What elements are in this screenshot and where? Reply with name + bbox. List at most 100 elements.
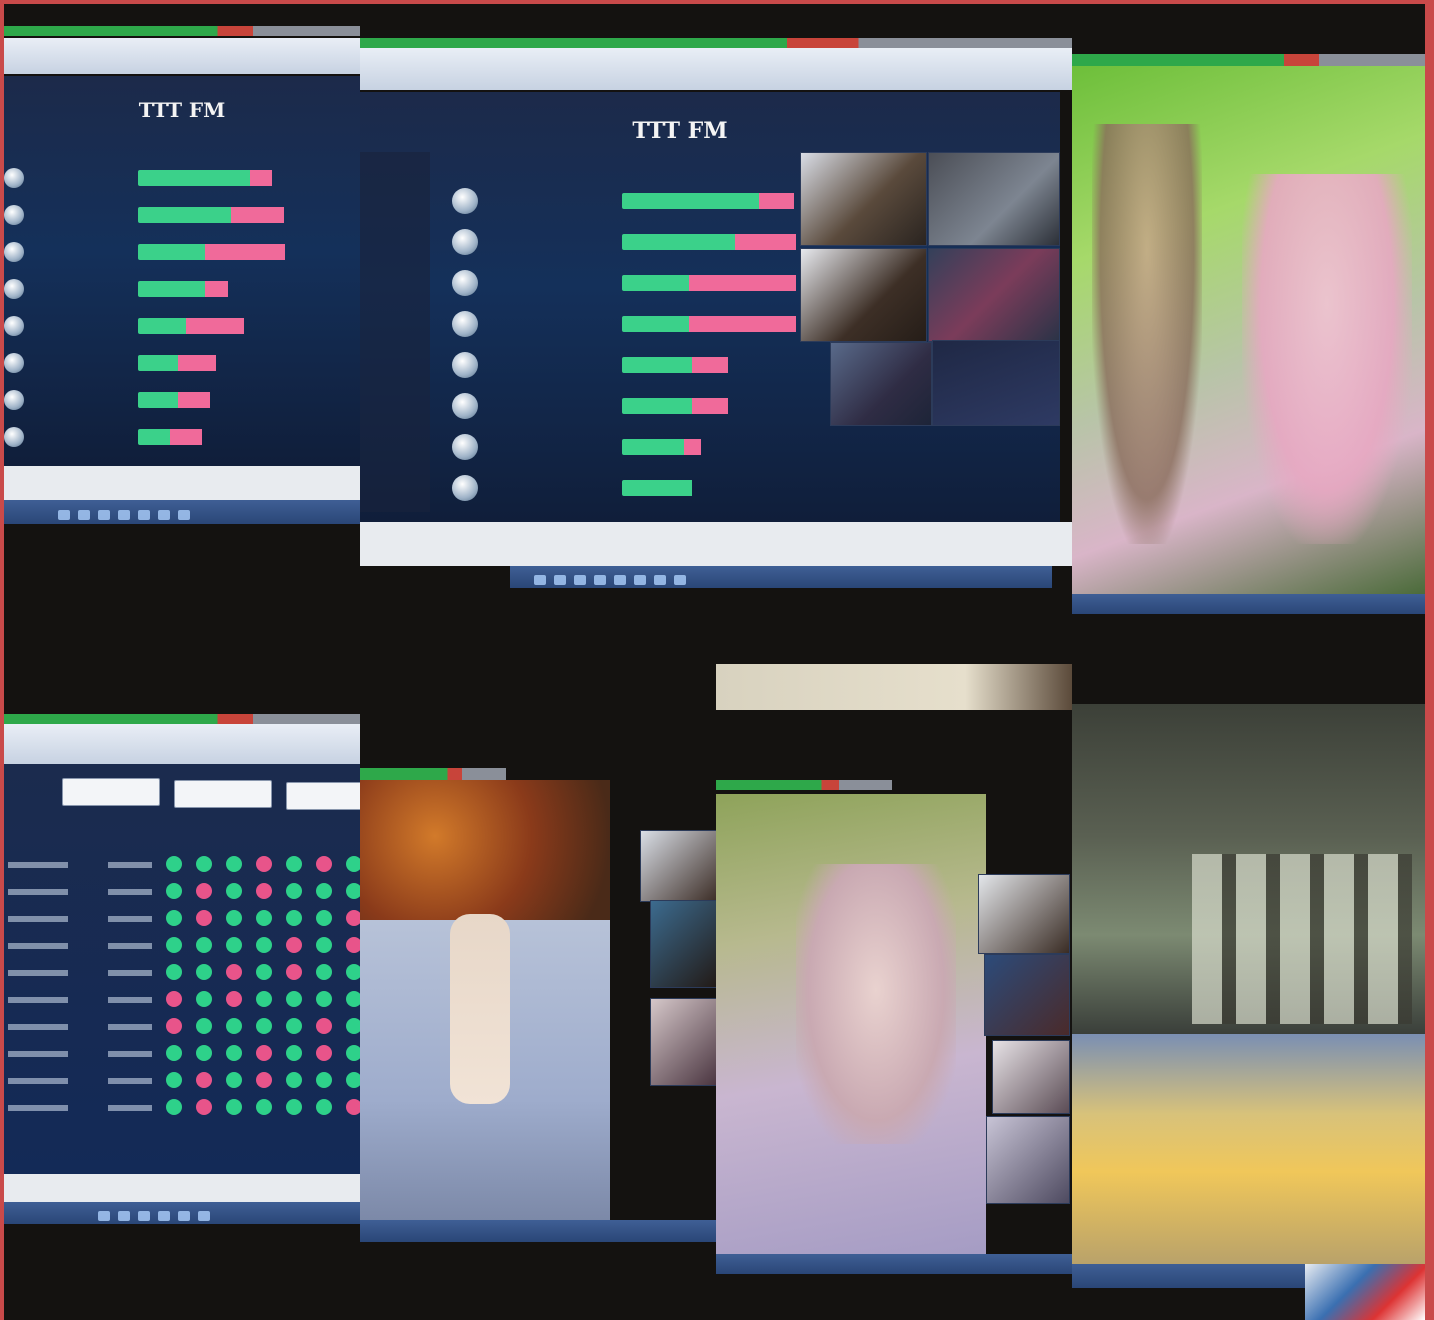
list-item[interactable] [4,427,138,447]
video-thumbnail[interactable] [640,830,716,902]
list-item[interactable] [4,279,138,299]
tab-2[interactable] [174,780,272,808]
video-thumbnail[interactable] [986,1116,1070,1204]
status-dot[interactable] [346,856,360,872]
video-thumbnail[interactable] [650,900,716,988]
status-dot[interactable] [346,910,360,926]
video-thumbnail[interactable] [928,248,1060,342]
status-dot[interactable] [256,1099,272,1115]
status-dot[interactable] [166,856,182,872]
status-dot[interactable] [226,964,242,980]
taskbar-icon[interactable] [98,1211,110,1221]
status-dot[interactable] [316,991,332,1007]
status-dot[interactable] [226,937,242,953]
status-dot[interactable] [316,1072,332,1088]
tab-1[interactable] [62,778,160,806]
status-dot[interactable] [346,1072,360,1088]
taskbar-icon[interactable] [178,510,190,520]
status-dot[interactable] [166,991,182,1007]
status-dot[interactable] [286,1099,302,1115]
video-thumbnail[interactable] [650,998,716,1086]
list-item[interactable] [4,168,138,188]
status-dot[interactable] [256,1018,272,1034]
status-dot[interactable] [256,856,272,872]
status-dot[interactable] [316,964,332,980]
list-item[interactable] [452,188,622,214]
video-thumbnail[interactable] [978,874,1070,954]
status-dot[interactable] [346,937,360,953]
status-dot[interactable] [196,1072,212,1088]
status-dot[interactable] [316,1018,332,1034]
status-dot[interactable] [196,1045,212,1061]
taskbar-icon[interactable] [98,510,110,520]
status-dot[interactable] [316,1099,332,1115]
status-dot[interactable] [166,910,182,926]
list-item[interactable] [452,393,622,419]
status-dot[interactable] [286,910,302,926]
status-dot[interactable] [196,1018,212,1034]
status-dot[interactable] [316,937,332,953]
video-frame-taxis[interactable] [1072,1034,1425,1264]
status-dot[interactable] [256,991,272,1007]
status-dot[interactable] [196,991,212,1007]
video-thumbnail[interactable] [932,340,1060,426]
status-dot[interactable] [316,910,332,926]
status-dot[interactable] [226,910,242,926]
status-dot[interactable] [286,964,302,980]
taskbar-icon[interactable] [594,575,606,585]
list-item[interactable] [4,390,138,410]
status-dot[interactable] [226,883,242,899]
status-dot[interactable] [256,964,272,980]
status-dot[interactable] [286,883,302,899]
list-item[interactable] [4,316,138,336]
list-item[interactable] [452,311,622,337]
list-item[interactable] [452,270,622,296]
taskbar-icon[interactable] [674,575,686,585]
status-dot[interactable] [166,964,182,980]
status-dot[interactable] [166,883,182,899]
status-dot[interactable] [286,856,302,872]
status-dot[interactable] [226,1045,242,1061]
status-dot[interactable] [226,1018,242,1034]
video-thumbnail[interactable] [992,1040,1070,1114]
status-dot[interactable] [196,883,212,899]
taskbar-icon[interactable] [158,510,170,520]
status-dot[interactable] [166,1072,182,1088]
list-item[interactable] [452,229,622,255]
status-dot[interactable] [196,964,212,980]
status-dot[interactable] [226,1099,242,1115]
taskbar-icon[interactable] [614,575,626,585]
status-dot[interactable] [166,1099,182,1115]
status-dot[interactable] [256,1072,272,1088]
status-dot[interactable] [286,991,302,1007]
status-dot[interactable] [286,1045,302,1061]
status-dot[interactable] [226,1072,242,1088]
status-dot[interactable] [196,910,212,926]
status-dot[interactable] [166,1018,182,1034]
status-dot[interactable] [346,883,360,899]
taskbar-icon[interactable] [78,510,90,520]
status-dot[interactable] [166,1045,182,1061]
video-frame-autumn-trees[interactable] [360,780,610,920]
status-dot[interactable] [256,883,272,899]
status-dot[interactable] [256,910,272,926]
video-thumbnail[interactable] [800,248,927,342]
status-dot[interactable] [346,1018,360,1034]
status-dot[interactable] [226,991,242,1007]
taskbar-icon[interactable] [158,1211,170,1221]
status-dot[interactable] [346,964,360,980]
video-thumbnail[interactable] [928,152,1060,246]
status-dot[interactable] [256,937,272,953]
status-dot[interactable] [196,937,212,953]
tab-3[interactable] [286,782,360,810]
status-dot[interactable] [316,883,332,899]
status-dot[interactable] [166,937,182,953]
list-item[interactable] [452,352,622,378]
status-dot[interactable] [286,1018,302,1034]
status-dot[interactable] [256,1045,272,1061]
taskbar-icon[interactable] [138,510,150,520]
status-dot[interactable] [286,1072,302,1088]
list-item[interactable] [452,475,622,501]
taskbar-icon[interactable] [554,575,566,585]
taskbar-icon[interactable] [58,510,70,520]
